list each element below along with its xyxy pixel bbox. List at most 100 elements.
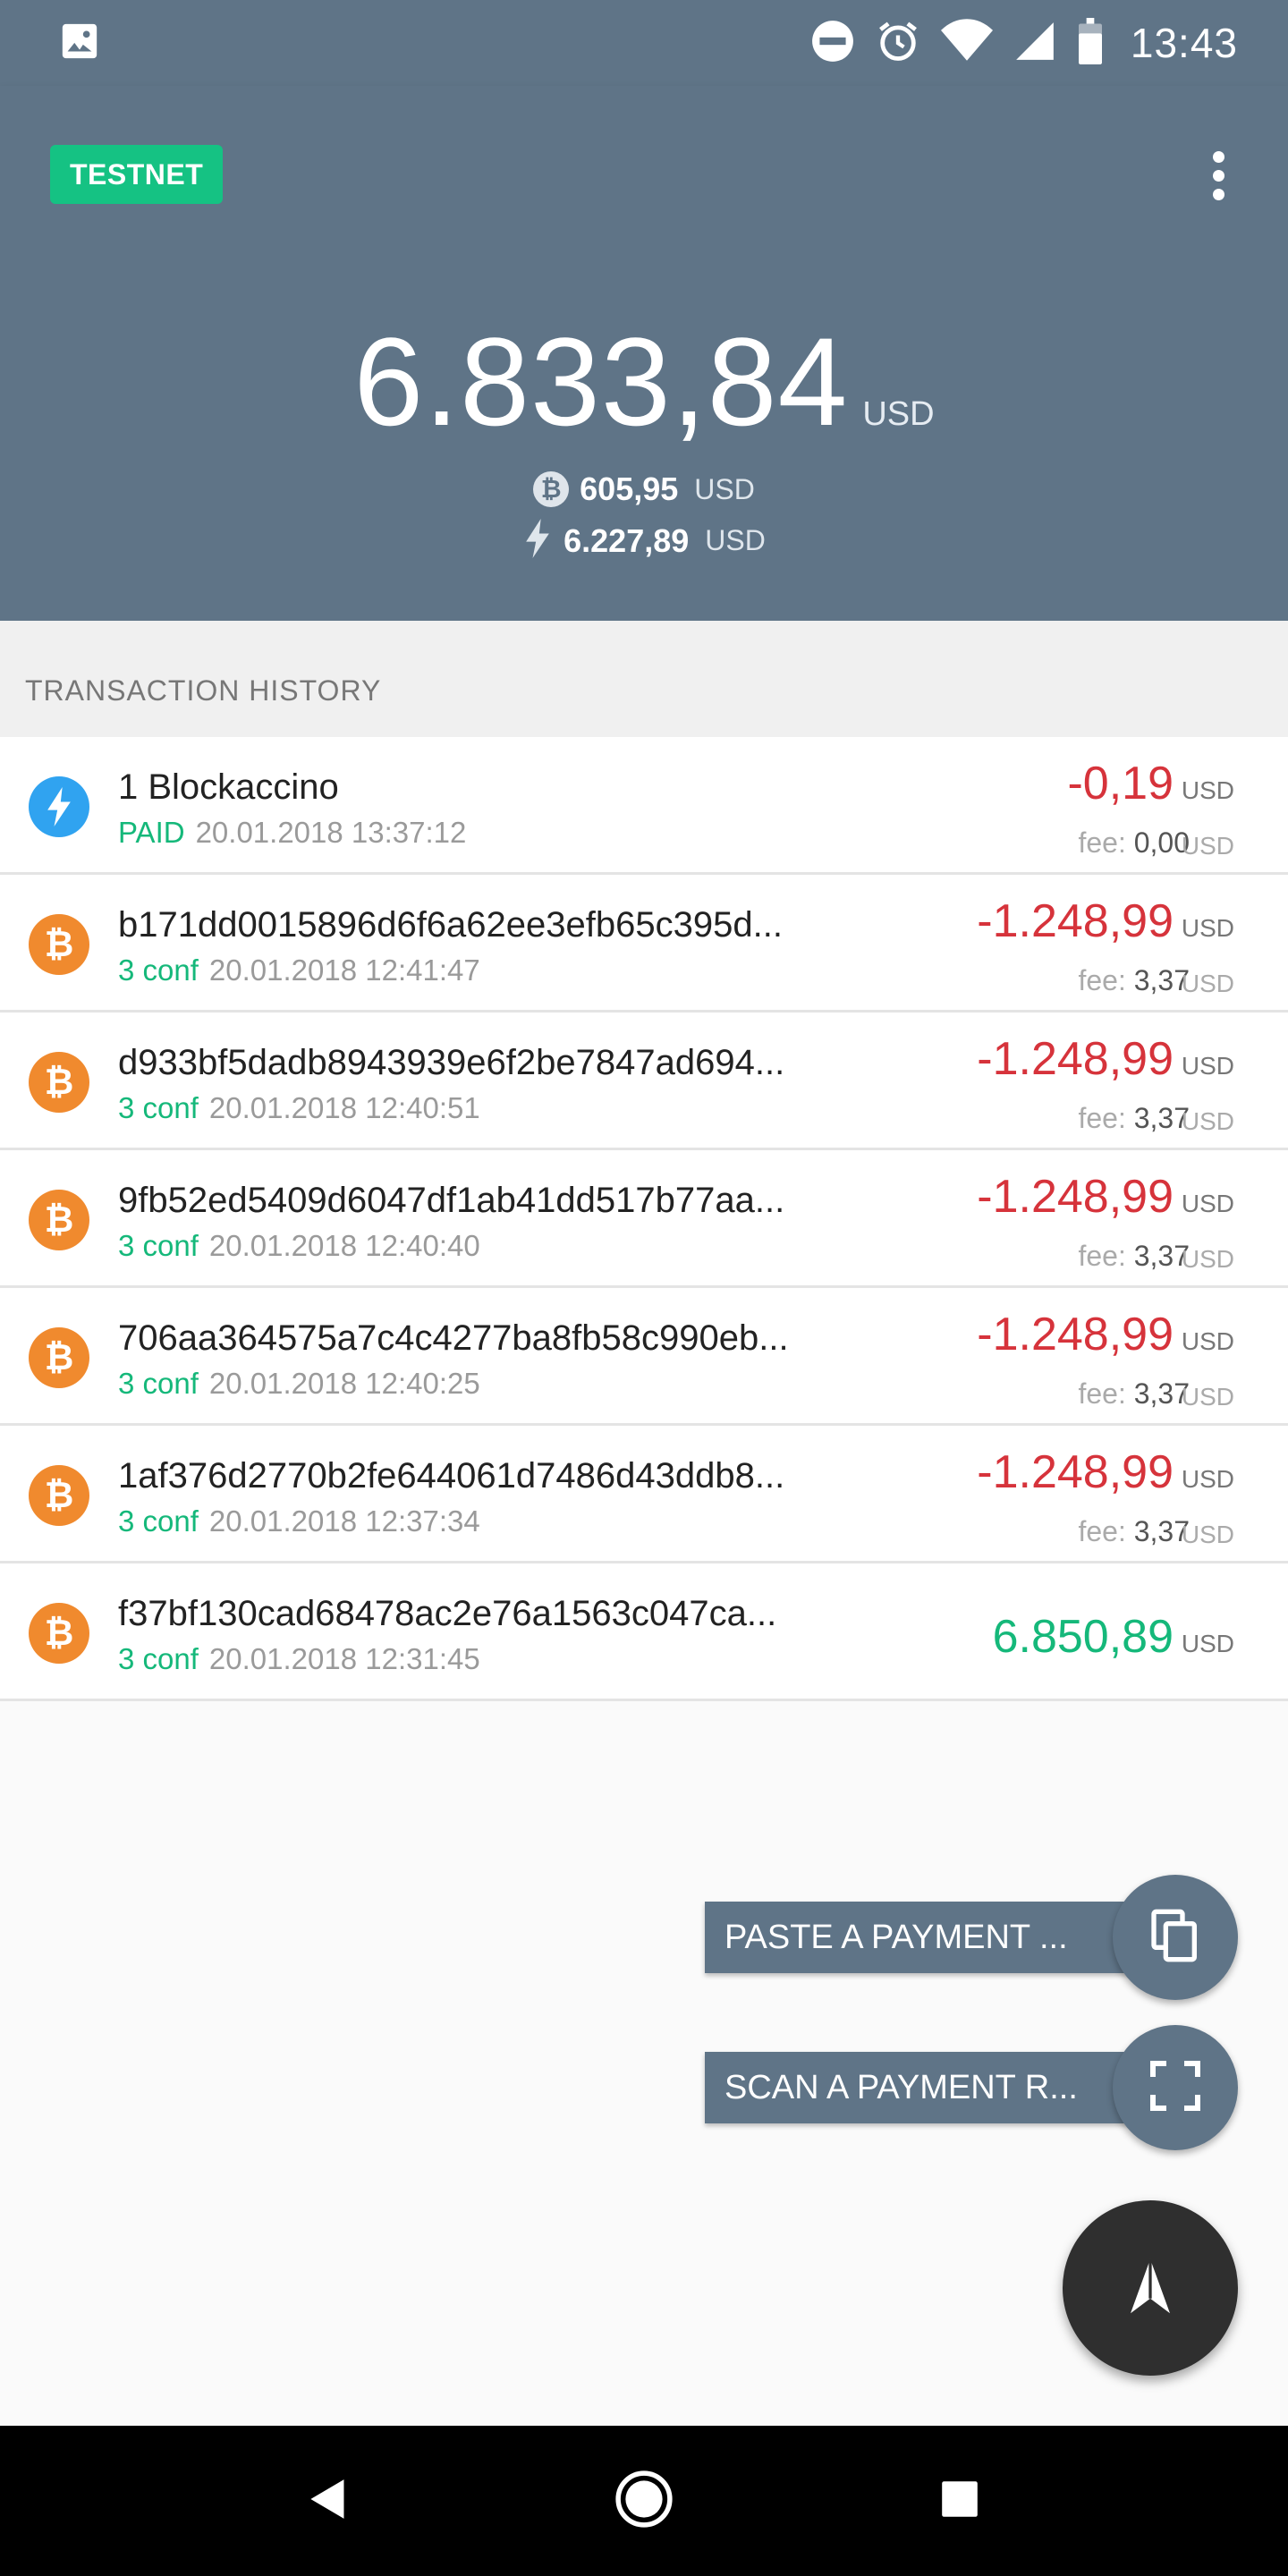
transaction-date: 20.01.2018 12:40:25 — [208, 1367, 480, 1400]
bitcoin-icon: ₿ — [29, 1465, 89, 1526]
fee-label: fee: — [1078, 964, 1126, 996]
transaction-amount: -0,19 — [1067, 758, 1174, 809]
transaction-amount: -1.248,99 — [977, 895, 1174, 947]
nav-home-button[interactable] — [604, 2461, 684, 2541]
bitcoin-icon: ₿ — [29, 914, 89, 975]
transaction-amount-unit: USD — [1181, 1052, 1234, 1080]
transaction-row[interactable]: ₿ 9fb52ed5409d6047df1ab41dd517b77aa... 3 c… — [0, 1150, 1288, 1288]
transaction-title: b171dd0015896d6f6a62ee3efb65c395d... — [118, 905, 783, 945]
transaction-meta: 3 conf 20.01.2018 12:37:34 — [118, 1504, 480, 1538]
transaction-amount-unit: USD — [1181, 1630, 1234, 1657]
transaction-meta: 3 conf 20.01.2018 12:40:25 — [118, 1367, 480, 1401]
transaction-fee: fee: 0,00 — [1078, 826, 1190, 860]
onchain-balance: ₿ 605,95 USD — [0, 470, 1288, 508]
transaction-row[interactable]: ₿ 706aa364575a7c4c4277ba8fb58c990eb... 3 c… — [0, 1288, 1288, 1426]
transaction-amount-unit: USD — [1181, 1465, 1234, 1493]
transaction-fee: fee: 3,37 — [1078, 1102, 1190, 1135]
fee-label: fee: — [1078, 1102, 1126, 1134]
fee-label: fee: — [1078, 826, 1126, 859]
alarm-icon — [875, 18, 921, 69]
transaction-fee: fee: 3,37 — [1078, 964, 1190, 997]
total-balance-unit: USD — [862, 395, 935, 433]
fee-unit: USD — [1181, 1245, 1234, 1273]
do-not-disturb-icon — [810, 19, 855, 68]
transaction-amount: -1.248,99 — [977, 1309, 1174, 1360]
transaction-date: 20.01.2018 13:37:12 — [195, 816, 467, 849]
transaction-amount-unit: USD — [1181, 776, 1234, 804]
transaction-status: 3 conf — [118, 1091, 199, 1124]
transaction-title: 1af376d2770b2fe644061d7486d43ddb8... — [118, 1456, 785, 1496]
transaction-status: PAID — [118, 816, 185, 849]
fee-unit: USD — [1181, 1383, 1234, 1411]
more-vert-icon — [1212, 150, 1224, 163]
transaction-list: 1 Blockaccino PAID 20.01.2018 13:37:12 -0,1… — [0, 737, 1288, 1701]
onchain-balance-unit: USD — [694, 472, 755, 505]
bitcoin-icon: ₿ — [29, 1190, 89, 1250]
status-bar: 13:43 — [0, 0, 1288, 86]
transaction-amount: 6.850,89 — [992, 1611, 1174, 1663]
transaction-amount-unit: USD — [1181, 1327, 1234, 1355]
scan-payment-request-label[interactable]: SCAN A PAYMENT R... — [705, 2052, 1152, 2123]
bitcoin-icon: ₿ — [29, 1603, 89, 1664]
fee-unit: USD — [1181, 1521, 1234, 1548]
lightning-balance: 6.227,89 USD — [0, 519, 1288, 563]
transaction-meta: 3 conf 20.01.2018 12:31:45 — [118, 1642, 480, 1676]
send-payment-fab[interactable] — [1063, 2200, 1238, 2376]
balance-header: TESTNET 6.833,84 USD ₿ 605,95 USD 6.227,… — [0, 86, 1288, 621]
overflow-menu-button[interactable] — [1184, 141, 1252, 209]
bitcoin-icon: ₿ — [29, 1052, 89, 1113]
more-vert-icon-dot — [1212, 169, 1224, 182]
transaction-row[interactable]: 1 Blockaccino PAID 20.01.2018 13:37:12 -0,1… — [0, 737, 1288, 875]
transaction-amount: -1.248,99 — [977, 1033, 1174, 1085]
transaction-row[interactable]: ₿ d933bf5dadb8943939e6f2be7847ad694... 3 c… — [0, 1013, 1288, 1150]
send-arrow-icon — [1121, 2257, 1180, 2320]
transaction-meta: 3 conf 20.01.2018 12:40:51 — [118, 1091, 480, 1125]
wifi-icon — [940, 18, 993, 68]
paste-payment-request-label[interactable]: PASTE A PAYMENT ... — [705, 1902, 1152, 1973]
transaction-meta: PAID 20.01.2018 13:37:12 — [118, 816, 466, 850]
fee-label: fee: — [1078, 1515, 1126, 1547]
transaction-row[interactable]: ₿ b171dd0015896d6f6a62ee3efb65c395d... 3 c… — [0, 875, 1288, 1013]
transaction-status: 3 conf — [118, 1642, 199, 1675]
transaction-meta: 3 conf 20.01.2018 12:41:47 — [118, 953, 480, 987]
total-balance-value: 6.833,84 — [353, 311, 849, 452]
nav-back-button[interactable] — [288, 2461, 369, 2541]
transaction-status: 3 conf — [118, 953, 199, 987]
recents-square-icon — [940, 2479, 979, 2523]
fee-unit: USD — [1181, 1107, 1234, 1135]
lightning-balance-value: 6.227,89 — [564, 521, 690, 559]
fee-label: fee: — [1078, 1377, 1126, 1410]
signal-icon — [1013, 19, 1057, 68]
back-triangle-icon — [309, 2478, 348, 2525]
transaction-fee: fee: 3,37 — [1078, 1240, 1190, 1273]
home-circle-icon — [614, 2470, 674, 2533]
onchain-balance-value: 605,95 — [580, 470, 679, 507]
transaction-amount-unit: USD — [1181, 914, 1234, 942]
transaction-row[interactable]: ₿ 1af376d2770b2fe644061d7486d43ddb8... 3 c… — [0, 1426, 1288, 1563]
transaction-fee: fee: 3,37 — [1078, 1377, 1190, 1411]
lightning-bolt-icon — [29, 776, 89, 837]
transaction-date: 20.01.2018 12:40:40 — [208, 1229, 480, 1262]
bitcoin-icon: ₿ — [29, 1327, 89, 1388]
system-navigation-bar — [0, 2426, 1288, 2576]
lightning-balance-unit: USD — [705, 524, 766, 556]
fee-unit: USD — [1181, 832, 1234, 860]
more-vert-icon-dot — [1212, 188, 1224, 200]
transaction-title: 1 Blockaccino — [118, 767, 339, 807]
transaction-title: f37bf130cad68478ac2e76a1563c047ca... — [118, 1594, 777, 1633]
transaction-amount-unit: USD — [1181, 1190, 1234, 1217]
transaction-status: 3 conf — [118, 1367, 199, 1400]
status-icons: 13:43 — [810, 17, 1238, 69]
transaction-date: 20.01.2018 12:31:45 — [208, 1642, 480, 1675]
transaction-date: 20.01.2018 12:37:34 — [208, 1504, 480, 1538]
network-badge: TESTNET — [50, 145, 224, 204]
transaction-title: 706aa364575a7c4c4277ba8fb58c990eb... — [118, 1318, 789, 1358]
scan-payment-request-button[interactable] — [1113, 2025, 1238, 2150]
transaction-row[interactable]: ₿ f37bf130cad68478ac2e76a1563c047ca... 3 c… — [0, 1563, 1288, 1701]
total-balance: 6.833,84 USD — [0, 309, 1288, 454]
transaction-date: 20.01.2018 12:40:51 — [208, 1091, 480, 1124]
image-icon — [59, 21, 100, 66]
paste-payment-request-button[interactable] — [1113, 1875, 1238, 2000]
battery-icon — [1077, 17, 1104, 69]
nav-recents-button[interactable] — [919, 2461, 1000, 2541]
